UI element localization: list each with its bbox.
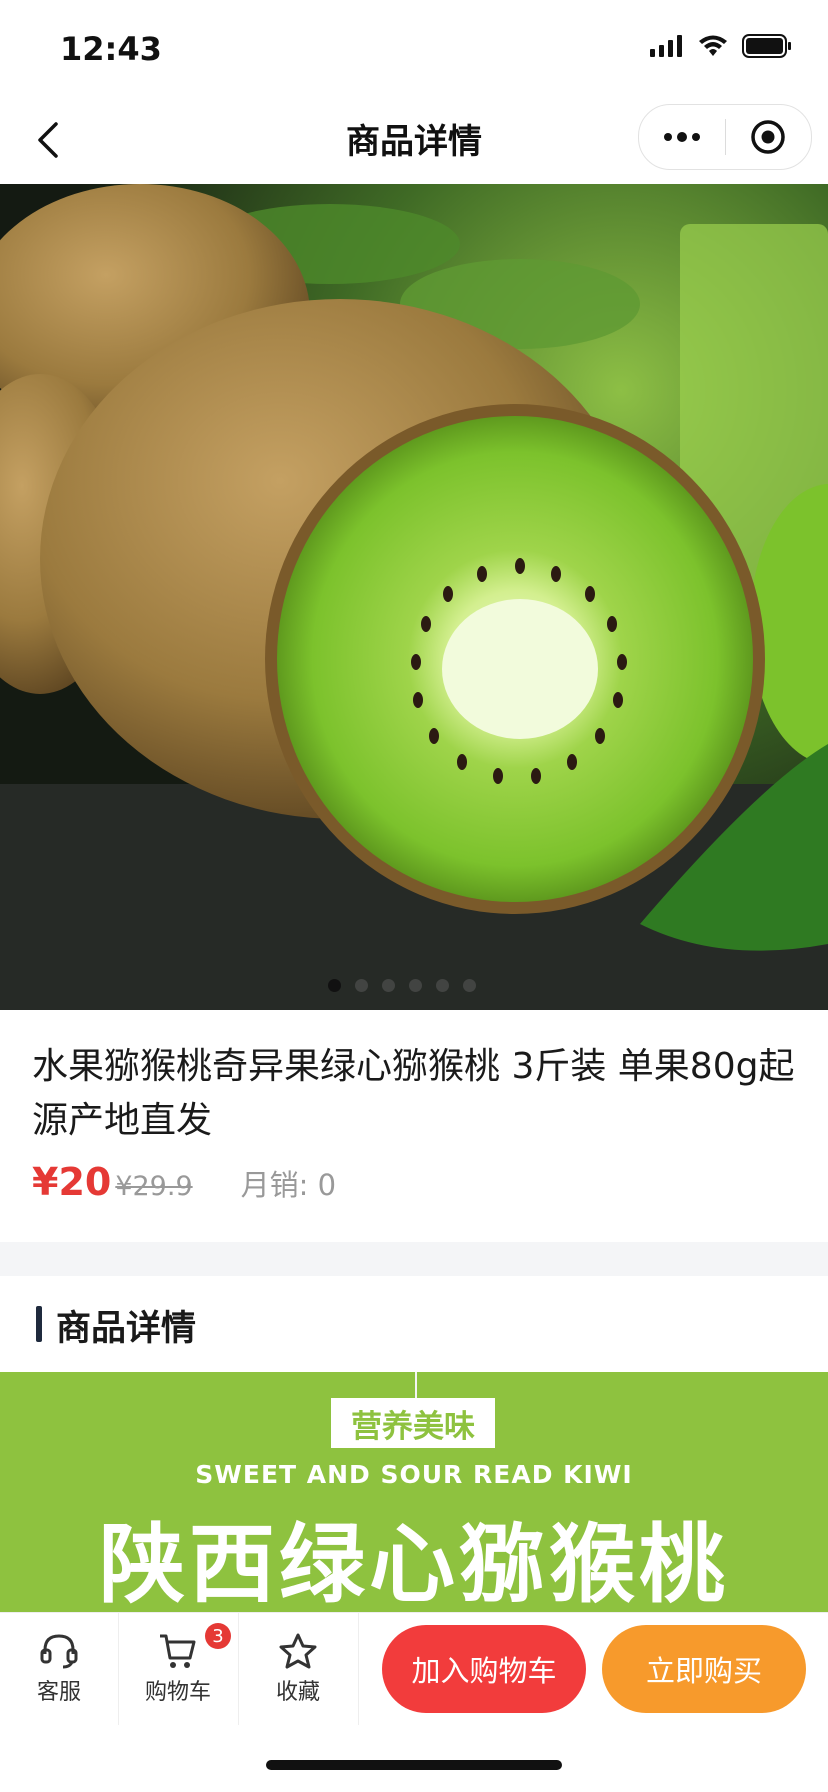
carousel-dot-5[interactable] bbox=[436, 979, 449, 992]
carousel-dot-2[interactable] bbox=[355, 979, 368, 992]
customer-service-label: 客服 bbox=[36, 1680, 81, 1705]
status-bar: 12:43 bbox=[0, 0, 828, 96]
banner-headline: 陕西绿心猕猴桃 bbox=[99, 1514, 729, 1612]
product-photo bbox=[0, 184, 828, 1010]
home-indicator[interactable] bbox=[266, 1760, 562, 1770]
nav-bar: 商品详情 bbox=[0, 96, 828, 184]
carousel-indicator bbox=[0, 979, 828, 992]
carousel-dot-3[interactable] bbox=[382, 979, 395, 992]
original-price: ¥29.9 bbox=[115, 1171, 193, 1202]
favorite-button[interactable]: 收藏 bbox=[239, 1613, 357, 1725]
cart-count-badge: 3 bbox=[205, 1623, 231, 1649]
current-price: ¥20 bbox=[32, 1160, 112, 1204]
detail-section-title: 商品详情 bbox=[56, 1309, 197, 1349]
section-gap bbox=[0, 1242, 828, 1276]
signal-icon bbox=[650, 35, 682, 57]
carousel-dot-4[interactable] bbox=[409, 979, 422, 992]
section-accent-bar bbox=[36, 1306, 42, 1342]
wifi-icon bbox=[699, 35, 727, 56]
banner-tag: 营养美味 bbox=[331, 1398, 495, 1448]
cart-icon bbox=[160, 1634, 196, 1668]
buy-now-button[interactable]: 立即购买 bbox=[602, 1625, 806, 1713]
detail-section-header: 商品详情 bbox=[0, 1276, 828, 1372]
miniprogram-capsule bbox=[638, 104, 812, 170]
add-to-cart-button[interactable]: 加入购物车 bbox=[382, 1625, 586, 1713]
detail-banner-image: 营养美味 SWEET AND SOUR READ KIWI 陕西绿心猕猴桃 bbox=[0, 1372, 828, 1612]
product-image-carousel[interactable] bbox=[0, 184, 828, 1010]
product-title: 水果猕猴桃奇异果绿心猕猴桃 3斤装 单果80g起源产地直发 bbox=[32, 1046, 795, 1141]
cart-button[interactable]: 购物车 3 bbox=[119, 1613, 237, 1725]
customer-service-button[interactable]: 客服 bbox=[0, 1613, 118, 1725]
carousel-dot-6[interactable] bbox=[463, 979, 476, 992]
close-miniprogram-button[interactable] bbox=[726, 105, 812, 169]
star-icon bbox=[279, 1633, 317, 1669]
bottom-action-bar: 客服 购物车 3 收藏 加入购物车 立即购买 bbox=[0, 1612, 828, 1725]
status-icons bbox=[650, 34, 792, 58]
price-row: ¥20 ¥29.9 月销: 0 bbox=[32, 1160, 336, 1204]
product-info: 水果猕猴桃奇异果绿心猕猴桃 3斤装 单果80g起源产地直发 ¥20 ¥29.9 … bbox=[0, 1010, 828, 1242]
target-circle-icon bbox=[751, 120, 785, 154]
monthly-sales: 月销: 0 bbox=[240, 1168, 337, 1202]
banner-english-text: SWEET AND SOUR READ KIWI bbox=[195, 1460, 633, 1489]
headset-icon bbox=[40, 1634, 78, 1669]
battery-icon bbox=[742, 34, 791, 58]
carousel-dot-1[interactable] bbox=[328, 979, 341, 992]
cart-label: 购物车 bbox=[144, 1680, 211, 1705]
more-button[interactable] bbox=[639, 105, 725, 169]
status-time: 12:43 bbox=[60, 30, 162, 68]
bar-divider bbox=[358, 1613, 359, 1725]
more-dots-icon bbox=[663, 132, 700, 142]
favorite-label: 收藏 bbox=[275, 1680, 320, 1705]
